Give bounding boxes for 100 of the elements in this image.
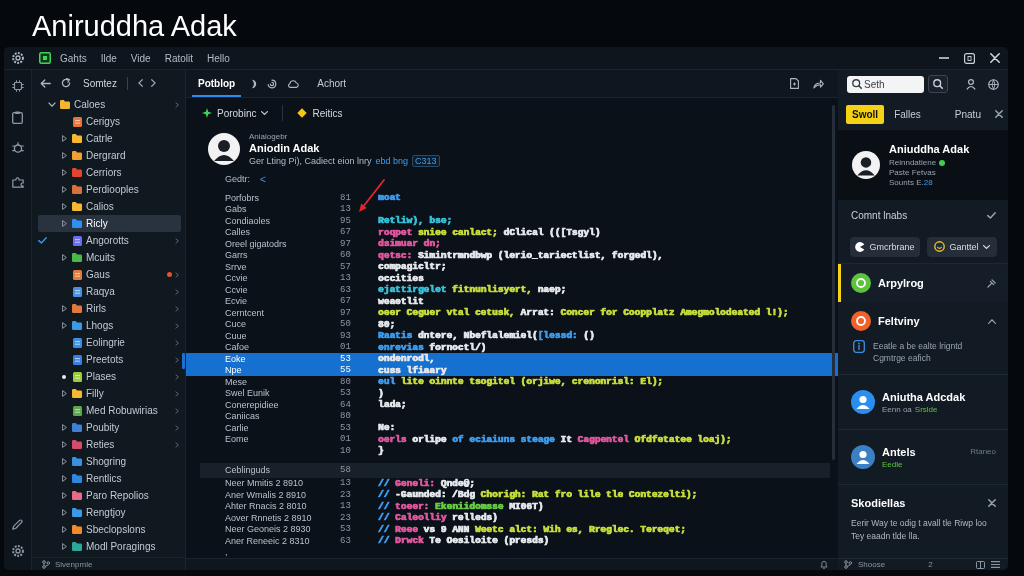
share-icon[interactable] [813,78,824,89]
tree-item[interactable]: Perdiooples [86,184,139,195]
cloud-icon[interactable] [287,79,300,88]
filter-toggle[interactable]: < [260,173,266,185]
tree-item[interactable]: Catrle [86,133,113,144]
check-icon[interactable] [987,211,996,219]
triangle-right-icon[interactable] [61,458,67,465]
triangle-right-icon[interactable] [61,475,67,482]
refresh-icon[interactable] [61,78,71,88]
tree-item[interactable]: Filly [86,388,104,399]
back-arrow-icon[interactable] [40,78,51,88]
layout-icon[interactable] [976,560,985,569]
tab[interactable]: Potblop [192,70,242,97]
scrollbar[interactable] [832,105,835,460]
profile-link[interactable]: ebd bng [375,155,409,166]
triangle-right-icon[interactable] [61,186,67,193]
tree-item[interactable]: Raqya [86,286,115,297]
contact-meta: Rtaneo [970,447,996,456]
menu-item[interactable]: Gahts [60,52,87,64]
menu-item[interactable]: Hello [207,52,230,64]
tree-item[interactable]: Mcuits [86,252,115,263]
tree-item[interactable]: Preetots [86,354,124,365]
tree-item[interactable]: Angorotts [86,235,129,246]
tree-item[interactable]: Paro Repolios [86,490,149,501]
new-file-icon[interactable] [790,78,799,89]
chevron-left-icon[interactable] [137,79,143,87]
tree-item[interactable]: Rentlics [86,473,122,484]
close-icon[interactable] [988,499,996,507]
tree-item[interactable]: Eolingrie [86,337,125,348]
settings-icon[interactable] [12,52,24,64]
swirl-icon[interactable] [267,78,278,89]
tab[interactable]: Swoll [846,104,885,124]
triangle-right-icon[interactable] [61,526,67,533]
dropdown-button[interactable]: Ganttel [927,236,997,257]
tree-item[interactable]: Poubity [86,422,120,433]
menu-item[interactable]: Ratolit [164,52,193,64]
triangle-right-icon[interactable] [61,543,67,550]
tree-item[interactable]: Rengtjoy [86,507,126,518]
tree-item[interactable]: Gaus [86,269,110,280]
triangle-right-icon[interactable] [61,390,67,397]
item-title[interactable]: Arpylrog [878,277,924,289]
tree-item[interactable]: Dergrard [86,150,126,161]
item-title[interactable]: Feltviny [878,315,920,327]
triangle-right-icon[interactable] [61,254,67,261]
tree-item[interactable]: Caloes [74,99,106,110]
clipboard-icon[interactable] [12,111,23,124]
chevron-down-icon[interactable] [48,102,56,107]
list-icon[interactable] [991,561,1000,568]
puzzle-icon[interactable] [11,176,24,188]
tree-item[interactable]: Med Robuwirias [86,405,158,416]
tree-item[interactable]: Ricly [86,218,108,229]
bell-icon[interactable] [820,560,828,569]
tab[interactable]: Falles [888,104,927,124]
menu-item[interactable]: Ilde [100,52,117,64]
tree-item[interactable]: Sbeclopslons [86,524,146,535]
line-number: 13 [340,273,351,284]
search-button[interactable] [928,75,948,93]
chevron-right-icon[interactable] [150,79,156,87]
toolbar-button[interactable]: Reitics [293,105,347,121]
contact-name[interactable]: Antels [882,445,916,458]
menu-item[interactable]: Vide [130,52,151,64]
triangle-right-icon[interactable] [61,509,67,516]
triangle-right-icon[interactable] [61,152,67,159]
search-field[interactable]: Seth [847,75,924,93]
close-icon[interactable] [994,110,1003,118]
dropdown-button[interactable]: Porobinc [198,105,273,121]
triangle-right-icon[interactable] [61,322,67,329]
person-icon[interactable] [966,78,976,90]
tree-item[interactable]: Cerigys [86,116,120,127]
triangle-right-icon[interactable] [61,492,67,499]
triangle-right-icon[interactable] [61,203,67,210]
selected-item-highlight[interactable]: Arpylrog [838,264,1008,302]
tree-item[interactable]: Lhogs [86,320,114,331]
tree-item[interactable]: Calios [86,201,114,212]
triangle-right-icon[interactable] [61,424,67,431]
triangle-right-icon[interactable] [61,305,67,312]
chip-icon[interactable] [11,80,24,92]
scrollbar-thumb[interactable] [182,353,185,369]
tab[interactable]: Pnatu [948,104,987,124]
pen-icon[interactable] [12,519,23,530]
tree-item[interactable]: Rirls [86,303,106,314]
contact-name[interactable]: Aniutha Adcdak [882,390,966,403]
settings-icon[interactable] [11,545,24,557]
moon-icon[interactable] [251,78,258,89]
triangle-right-icon[interactable] [61,441,67,448]
tree-item[interactable]: Shogring [86,456,127,467]
tree-item[interactable]: Modl Poragings [86,541,156,552]
pin-icon[interactable] [987,278,996,288]
action-button[interactable]: Gmcrbrane [850,236,920,257]
triangle-right-icon[interactable] [61,169,67,176]
globe-icon[interactable] [988,78,999,90]
tab[interactable]: Achort [311,70,353,97]
bug-icon[interactable] [11,142,24,154]
tree-item[interactable]: Reties [86,439,115,450]
caret-up-icon[interactable] [988,318,996,324]
tree-item[interactable]: Plases [86,371,116,382]
triangle-right-icon[interactable] [61,135,67,142]
triangle-right-icon[interactable] [61,220,67,227]
line-label: Cuue [225,330,247,341]
tree-item[interactable]: Cerriors [86,167,122,178]
